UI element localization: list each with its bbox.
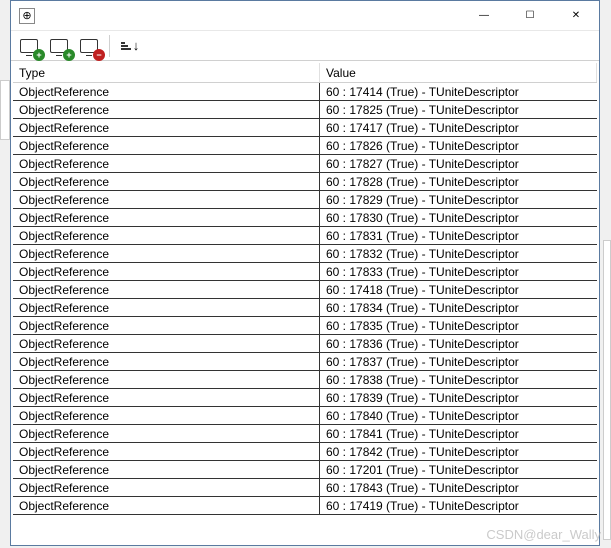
- cell-type: ObjectReference: [13, 281, 320, 298]
- table-row[interactable]: ObjectReference60 : 17840 (True) - TUnit…: [13, 407, 597, 425]
- table-row[interactable]: ObjectReference60 : 17829 (True) - TUnit…: [13, 191, 597, 209]
- table-row[interactable]: ObjectReference60 : 17827 (True) - TUnit…: [13, 155, 597, 173]
- cell-value: 60 : 17418 (True) - TUniteDescriptor: [320, 281, 597, 298]
- cell-value: 60 : 17842 (True) - TUniteDescriptor: [320, 443, 597, 460]
- cell-type: ObjectReference: [13, 461, 320, 478]
- table-row[interactable]: ObjectReference60 : 17843 (True) - TUnit…: [13, 479, 597, 497]
- maximize-button[interactable]: ☐: [507, 1, 553, 31]
- titlebar[interactable]: ⊕ — ☐ ✕: [11, 1, 599, 31]
- toolbar: + + − ↓: [11, 31, 599, 61]
- cell-type: ObjectReference: [13, 425, 320, 442]
- sort-icon: ↓: [121, 38, 140, 53]
- table-row[interactable]: ObjectReference60 : 17419 (True) - TUnit…: [13, 497, 597, 515]
- cell-value: 60 : 17840 (True) - TUniteDescriptor: [320, 407, 597, 424]
- table-row[interactable]: ObjectReference60 : 17418 (True) - TUnit…: [13, 281, 597, 299]
- cell-type: ObjectReference: [13, 191, 320, 208]
- add-watch-button-1[interactable]: +: [15, 33, 43, 59]
- cell-type: ObjectReference: [13, 335, 320, 352]
- cell-type: ObjectReference: [13, 101, 320, 118]
- cell-type: ObjectReference: [13, 353, 320, 370]
- table-body: ObjectReference60 : 17414 (True) - TUnit…: [13, 83, 597, 543]
- cell-value: 60 : 17830 (True) - TUniteDescriptor: [320, 209, 597, 226]
- table-row[interactable]: ObjectReference60 : 17835 (True) - TUnit…: [13, 317, 597, 335]
- cell-type: ObjectReference: [13, 479, 320, 496]
- cell-type: ObjectReference: [13, 209, 320, 226]
- cell-value: 60 : 17835 (True) - TUniteDescriptor: [320, 317, 597, 334]
- cell-value: 60 : 17825 (True) - TUniteDescriptor: [320, 101, 597, 118]
- cell-type: ObjectReference: [13, 83, 320, 100]
- column-header-value[interactable]: Value: [320, 63, 597, 82]
- cell-value: 60 : 17414 (True) - TUniteDescriptor: [320, 83, 597, 100]
- table-row[interactable]: ObjectReference60 : 17838 (True) - TUnit…: [13, 371, 597, 389]
- cell-type: ObjectReference: [13, 245, 320, 262]
- cell-type: ObjectReference: [13, 173, 320, 190]
- inspector-window: ⊕ — ☐ ✕ + + − ↓ Type Value O: [10, 0, 600, 546]
- minimize-button[interactable]: —: [461, 1, 507, 31]
- table-row[interactable]: ObjectReference60 : 17414 (True) - TUnit…: [13, 83, 597, 101]
- cell-type: ObjectReference: [13, 155, 320, 172]
- plus-badge-icon: +: [63, 49, 75, 61]
- cell-value: 60 : 17834 (True) - TUniteDescriptor: [320, 299, 597, 316]
- table-row[interactable]: ObjectReference60 : 17831 (True) - TUnit…: [13, 227, 597, 245]
- table-row[interactable]: ObjectReference60 : 17417 (True) - TUnit…: [13, 119, 597, 137]
- cell-value: 60 : 17417 (True) - TUniteDescriptor: [320, 119, 597, 136]
- close-button[interactable]: ✕: [553, 1, 599, 31]
- cell-type: ObjectReference: [13, 389, 320, 406]
- cell-value: 60 : 17829 (True) - TUniteDescriptor: [320, 191, 597, 208]
- cell-type: ObjectReference: [13, 317, 320, 334]
- cell-value: 60 : 17828 (True) - TUniteDescriptor: [320, 173, 597, 190]
- app-icon: ⊕: [19, 8, 35, 24]
- table-row[interactable]: ObjectReference60 : 17841 (True) - TUnit…: [13, 425, 597, 443]
- table-row[interactable]: ObjectReference60 : 17836 (True) - TUnit…: [13, 335, 597, 353]
- cell-value: 60 : 17201 (True) - TUniteDescriptor: [320, 461, 597, 478]
- cell-type: ObjectReference: [13, 299, 320, 316]
- plus-badge-icon: +: [33, 49, 45, 61]
- minus-badge-icon: −: [93, 49, 105, 61]
- cell-type: ObjectReference: [13, 407, 320, 424]
- cell-value: 60 : 17843 (True) - TUniteDescriptor: [320, 479, 597, 496]
- table-row[interactable]: ObjectReference60 : 17828 (True) - TUnit…: [13, 173, 597, 191]
- cell-type: ObjectReference: [13, 443, 320, 460]
- table-row[interactable]: ObjectReference60 : 17842 (True) - TUnit…: [13, 443, 597, 461]
- add-watch-button-2[interactable]: +: [45, 33, 73, 59]
- table-row[interactable]: ObjectReference60 : 17825 (True) - TUnit…: [13, 101, 597, 119]
- cell-type: ObjectReference: [13, 263, 320, 280]
- cell-value: 60 : 17826 (True) - TUniteDescriptor: [320, 137, 597, 154]
- cell-type: ObjectReference: [13, 497, 320, 514]
- cell-type: ObjectReference: [13, 371, 320, 388]
- cell-value: 60 : 17841 (True) - TUniteDescriptor: [320, 425, 597, 442]
- table-row[interactable]: ObjectReference60 : 17826 (True) - TUnit…: [13, 137, 597, 155]
- separator: [109, 35, 110, 57]
- cell-value: 60 : 17839 (True) - TUniteDescriptor: [320, 389, 597, 406]
- cell-value: 60 : 17838 (True) - TUniteDescriptor: [320, 371, 597, 388]
- cell-value: 60 : 17832 (True) - TUniteDescriptor: [320, 245, 597, 262]
- table-row[interactable]: ObjectReference60 : 17834 (True) - TUnit…: [13, 299, 597, 317]
- sort-button[interactable]: ↓: [116, 33, 144, 59]
- table-row[interactable]: ObjectReference60 : 17832 (True) - TUnit…: [13, 245, 597, 263]
- table-row[interactable]: ObjectReference60 : 17201 (True) - TUnit…: [13, 461, 597, 479]
- table-row[interactable]: ObjectReference60 : 17839 (True) - TUnit…: [13, 389, 597, 407]
- table-row[interactable]: ObjectReference60 : 17837 (True) - TUnit…: [13, 353, 597, 371]
- table-row[interactable]: ObjectReference60 : 17830 (True) - TUnit…: [13, 209, 597, 227]
- table-row[interactable]: ObjectReference60 : 17833 (True) - TUnit…: [13, 263, 597, 281]
- cell-type: ObjectReference: [13, 227, 320, 244]
- table-header: Type Value: [13, 63, 597, 83]
- remove-watch-button[interactable]: −: [75, 33, 103, 59]
- cell-value: 60 : 17837 (True) - TUniteDescriptor: [320, 353, 597, 370]
- data-table: Type Value ObjectReference60 : 17414 (Tr…: [11, 61, 599, 545]
- column-header-type[interactable]: Type: [13, 63, 320, 82]
- cell-type: ObjectReference: [13, 137, 320, 154]
- cell-type: ObjectReference: [13, 119, 320, 136]
- cell-value: 60 : 17827 (True) - TUniteDescriptor: [320, 155, 597, 172]
- cell-value: 60 : 17831 (True) - TUniteDescriptor: [320, 227, 597, 244]
- cell-value: 60 : 17419 (True) - TUniteDescriptor: [320, 497, 597, 514]
- cell-value: 60 : 17836 (True) - TUniteDescriptor: [320, 335, 597, 352]
- cell-value: 60 : 17833 (True) - TUniteDescriptor: [320, 263, 597, 280]
